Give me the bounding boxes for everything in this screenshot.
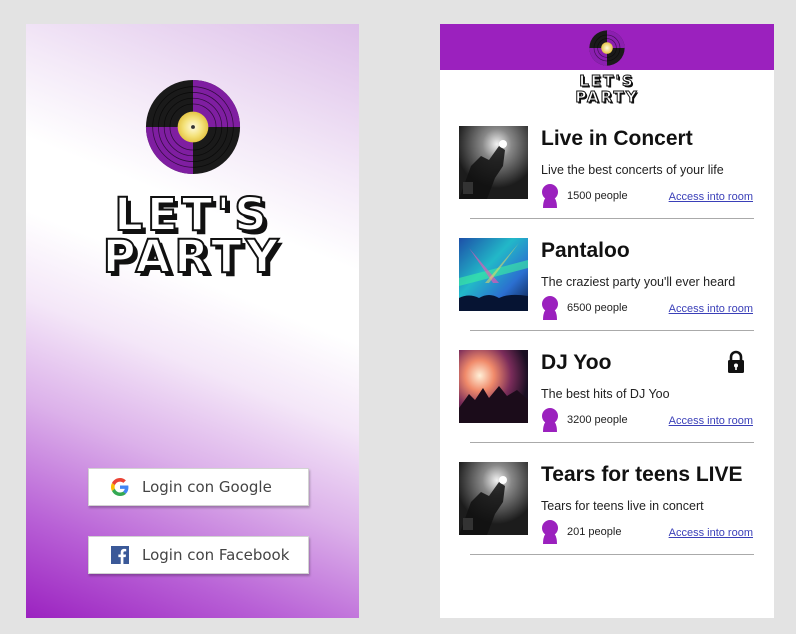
room-description: Live the best concerts of your life (541, 163, 724, 177)
vinyl-record-icon (145, 79, 241, 175)
access-room-link[interactable]: Access into room (669, 191, 753, 203)
room-people-count: 6500 people (567, 302, 628, 314)
google-g-icon (110, 477, 130, 497)
person-icon (542, 296, 558, 320)
room-thumbnail (459, 238, 528, 311)
room-item: Tears for teens LIVE Tears for teens liv… (440, 462, 774, 574)
divider (470, 554, 754, 555)
header-logo-line1: LET'S (579, 72, 635, 90)
facebook-f-icon (110, 545, 130, 565)
room-people-count: 1500 people (567, 190, 628, 202)
room-title: Live in Concert (541, 127, 693, 150)
header-logo-line2: PARTY (575, 88, 639, 106)
room-thumbnail (459, 350, 528, 423)
room-thumbnail (459, 126, 528, 199)
room-item: Pantaloo The craziest party you'll ever … (440, 238, 774, 350)
access-room-link[interactable]: Access into room (669, 303, 753, 315)
room-thumbnail (459, 462, 528, 535)
room-description: The best hits of DJ Yoo (541, 387, 670, 401)
room-people-count: 3200 people (567, 414, 628, 426)
login-google-button[interactable]: Login con Google (88, 468, 309, 506)
divider (470, 442, 754, 443)
room-description: Tears for teens live in concert (541, 499, 704, 513)
room-description: The craziest party you'll ever heard (541, 275, 736, 289)
room-item: DJ Yoo The best hits of DJ Yoo 3200 peop… (440, 350, 774, 462)
room-title: Tears for teens LIVE (541, 463, 743, 486)
room-title: DJ Yoo (541, 351, 612, 374)
login-google-label: Login con Google (142, 478, 272, 496)
logo-text-line2: PARTY (102, 230, 283, 283)
room-list-screen: LET'S PARTY Live in Concert Live the bes… (440, 24, 774, 618)
person-icon (542, 184, 558, 208)
room-item: Live in Concert Live the best concerts o… (440, 126, 774, 238)
room-people-count: 201 people (567, 526, 622, 538)
divider (470, 330, 754, 331)
login-facebook-button[interactable]: Login con Facebook (88, 536, 309, 574)
access-room-link[interactable]: Access into room (669, 415, 753, 427)
divider (470, 218, 754, 219)
room-title: Pantaloo (541, 239, 630, 262)
person-icon (542, 520, 558, 544)
login-screen: LET'S PARTY Login con Google Login con F… (26, 24, 359, 618)
lock-icon (728, 350, 744, 373)
app-header (440, 24, 774, 70)
login-facebook-label: Login con Facebook (142, 546, 290, 564)
access-room-link[interactable]: Access into room (669, 527, 753, 539)
vinyl-record-icon (589, 30, 625, 66)
person-icon (542, 408, 558, 432)
